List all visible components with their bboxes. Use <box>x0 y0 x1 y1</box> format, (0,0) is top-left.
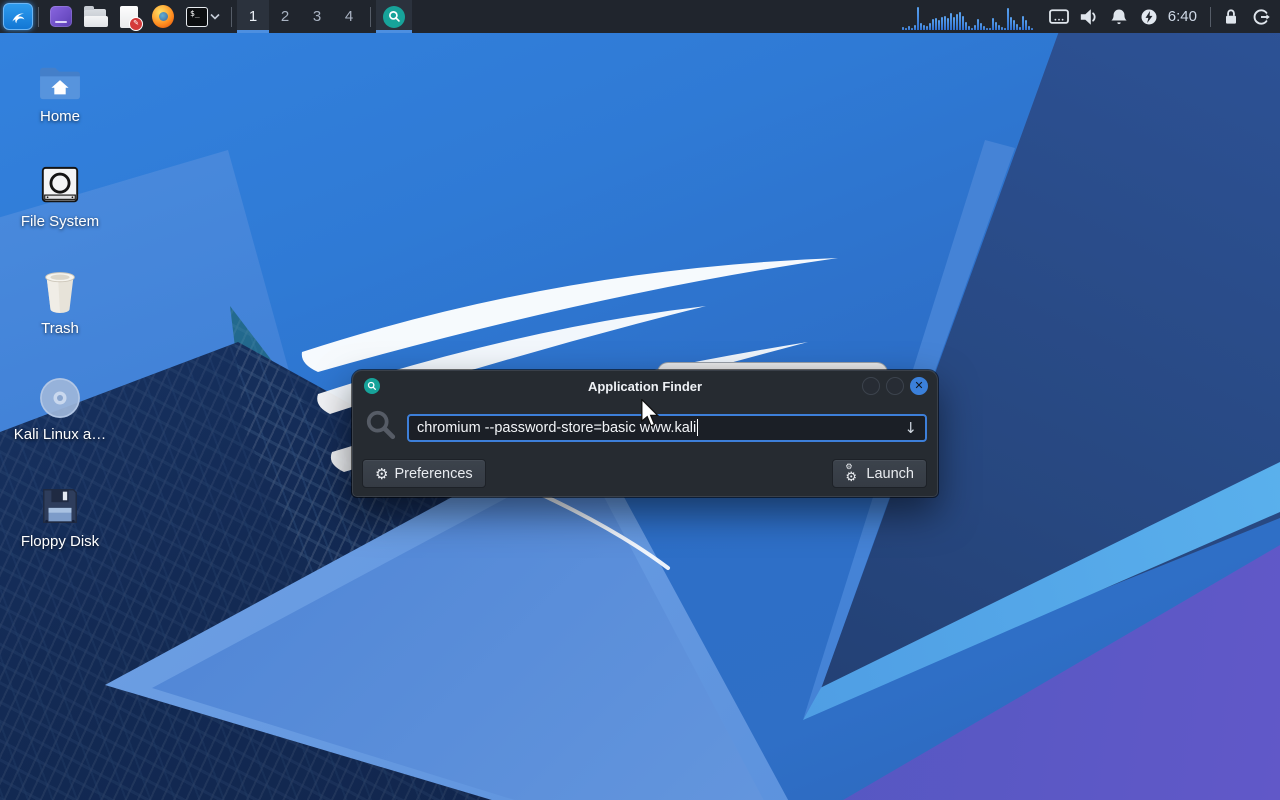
cdrom-icon <box>10 370 110 420</box>
bell-icon <box>1109 7 1129 27</box>
window-app-launcher[interactable] <box>44 0 78 33</box>
dropdown-arrow-icon[interactable]: ↓ <box>904 419 917 437</box>
panel-separator <box>38 7 39 27</box>
power-manager-icon <box>1139 7 1159 27</box>
desktop-icon-label: Home <box>10 108 110 125</box>
kali-logo-icon <box>10 7 26 27</box>
power-manager-button[interactable] <box>1134 0 1164 33</box>
trash-icon <box>10 264 110 314</box>
launch-label: Launch <box>866 466 914 482</box>
close-button[interactable]: ✕ <box>910 377 928 395</box>
firefox-icon <box>152 5 174 28</box>
chevron-down-icon[interactable] <box>210 13 220 20</box>
logout-icon <box>1251 7 1271 27</box>
top-panel: ✎ $_ 1 2 3 4 <box>0 0 1280 33</box>
text-editor-launcher[interactable]: ✎ <box>112 0 146 33</box>
search-query-text: chromium --password-store=basic www.kali <box>417 420 696 436</box>
display-settings-button[interactable] <box>1044 0 1074 33</box>
applications-menu-button[interactable] <box>3 3 33 30</box>
minimize-button[interactable] <box>862 377 880 395</box>
panel-separator <box>370 7 371 27</box>
desktop-icon-kali-linux[interactable]: Kali Linux a… <box>10 370 110 443</box>
lock-screen-button[interactable] <box>1216 0 1246 33</box>
gear-icon: ⚙ <box>375 465 388 483</box>
preferences-label: Preferences <box>394 466 472 482</box>
desktop-icon-home[interactable]: Home <box>10 52 110 125</box>
desktop-icon-label: Kali Linux a… <box>10 426 110 443</box>
file-manager-launcher[interactable] <box>78 0 112 33</box>
workspace-switcher: 1 2 3 4 <box>237 0 365 33</box>
desktop-icon-label: Floppy Disk <box>10 533 110 550</box>
panel-separator <box>1210 7 1211 27</box>
application-finder-icon <box>383 6 405 28</box>
volume-button[interactable] <box>1074 0 1104 33</box>
text-editor-icon: ✎ <box>120 6 138 28</box>
workspace-button-1[interactable]: 1 <box>237 0 269 33</box>
home-folder-icon <box>10 52 110 102</box>
workspace-button-2[interactable]: 2 <box>269 0 301 33</box>
search-input[interactable]: chromium --password-store=basic www.kali… <box>407 414 927 442</box>
application-finder-window: Application Finder ✕ chromium --password… <box>352 370 938 497</box>
titlebar[interactable]: Application Finder ✕ <box>353 371 937 401</box>
clock[interactable]: 6:40 <box>1168 8 1197 25</box>
application-finder-icon <box>364 378 380 394</box>
cpu-graph[interactable] <box>902 4 1034 30</box>
maximize-button[interactable] <box>886 377 904 395</box>
logout-button[interactable] <box>1246 0 1276 33</box>
workspace-button-3[interactable]: 3 <box>301 0 333 33</box>
notifications-button[interactable] <box>1104 0 1134 33</box>
desktop-icon-floppy-disk[interactable]: Floppy Disk <box>10 477 110 550</box>
desktop-icon-label: Trash <box>10 320 110 337</box>
window-title: Application Finder <box>588 379 702 394</box>
firefox-launcher[interactable] <box>146 0 180 33</box>
desktop-icon-label: File System <box>10 213 110 230</box>
file-manager-icon <box>84 9 106 27</box>
workspace-button-4[interactable]: 4 <box>333 0 365 33</box>
panel-separator <box>231 7 232 27</box>
terminal-launcher[interactable]: $_ <box>180 0 226 33</box>
terminal-icon: $_ <box>186 7 208 27</box>
volume-icon <box>1078 7 1100 27</box>
taskbar-application-finder-button[interactable] <box>376 0 412 33</box>
run-gears-icon: ⚙⚙ <box>845 466 860 482</box>
preferences-button[interactable]: ⚙ Preferences <box>362 459 486 488</box>
launch-button[interactable]: ⚙⚙ Launch <box>832 459 927 488</box>
text-caret <box>697 419 698 436</box>
floppy-disk-icon <box>10 477 110 527</box>
desktop-icon-trash[interactable]: Trash <box>10 264 110 337</box>
lock-icon <box>1221 7 1241 27</box>
display-icon <box>1048 8 1070 26</box>
desktop-icon-file-system[interactable]: File System <box>10 157 110 230</box>
window-app-icon <box>50 6 72 27</box>
search-icon <box>365 409 397 446</box>
hard-drive-icon <box>10 157 110 207</box>
